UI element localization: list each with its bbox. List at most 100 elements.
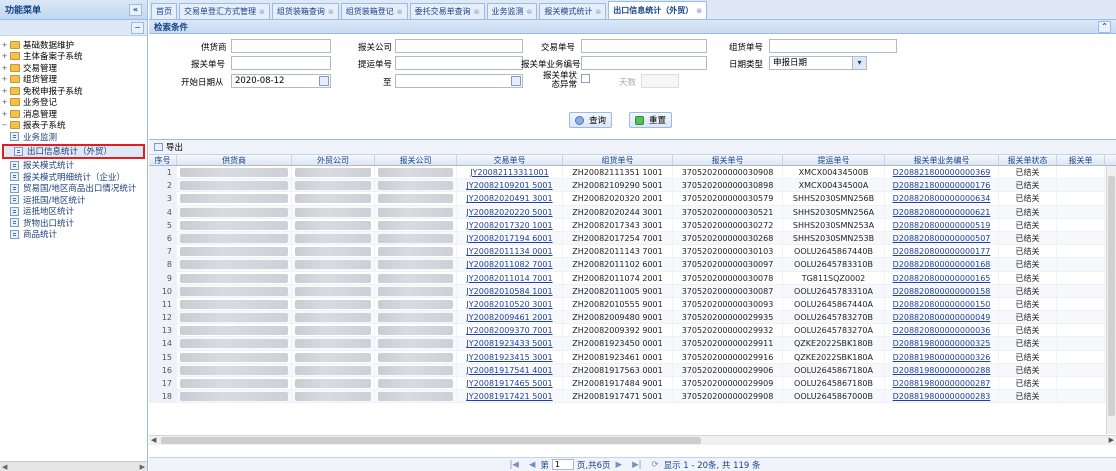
tab[interactable]: 组货装箱登记 ⊗ — [340, 3, 408, 19]
trade-no-link[interactable]: JY20082109201 5001 — [457, 179, 563, 192]
tree-node[interactable]: + 免税申报子系统 — [0, 85, 147, 97]
end-date-input[interactable] — [395, 74, 523, 88]
report-menu-item[interactable]: 运抵国/地区统计 — [0, 194, 147, 206]
declare-serial-link[interactable]: D208820800000000621 — [885, 205, 999, 218]
tab[interactable]: 出口信息统计（外贸） ⊗ — [608, 1, 708, 19]
declare-status-checkbox[interactable] — [581, 74, 590, 83]
column-header[interactable]: 交易单号 — [457, 155, 563, 165]
declare-serial-link[interactable]: D208819800000000288 — [885, 363, 999, 376]
tree-node[interactable]: + 交易管理 — [0, 62, 147, 74]
declare-serial-link[interactable]: D208821800000000369 — [885, 166, 999, 179]
declare-serial-link[interactable]: D208820800000000519 — [885, 218, 999, 231]
table-row[interactable]: 12 JY20082009461 2001 ZH20082009480 9001 37… — [149, 311, 1116, 325]
trade-no-link[interactable]: JY20082020220 5001 — [457, 205, 563, 218]
close-tab-icon[interactable]: ⊗ — [595, 8, 601, 16]
tree-node[interactable]: + 消息管理 — [0, 108, 147, 120]
search-button[interactable]: 查询 — [569, 112, 613, 128]
trade-no-link[interactable]: JY20082113311001 — [457, 166, 563, 179]
table-row[interactable]: 8 JY20082011082 7001 ZH20082011102 6001 370… — [149, 258, 1116, 272]
page-number-input[interactable]: 1 — [551, 459, 574, 470]
declare-serial-link[interactable]: D208820800000000158 — [885, 284, 999, 297]
scroll-left-icon[interactable]: ◀ — [2, 463, 7, 471]
column-header[interactable]: 供货商 — [177, 155, 292, 165]
declare-serial-link[interactable]: D208820800000000634 — [885, 192, 999, 205]
trade-no-link[interactable]: JY20081917421 5001 — [457, 390, 563, 403]
declare-serial-link[interactable]: D208820800000000165 — [885, 271, 999, 284]
table-row[interactable]: 17 JY20081917465 5001 ZH20081917484 9001 37… — [149, 377, 1116, 391]
trade-no-link[interactable]: JY20081923433 5001 — [457, 337, 563, 350]
prev-page-icon[interactable]: ◀ — [529, 460, 536, 470]
grid-vertical-scrollbar[interactable] — [1106, 166, 1116, 434]
scroll-right-icon[interactable]: ▶ — [140, 463, 145, 471]
expand-toggle-icon[interactable]: + — [0, 110, 9, 118]
trade-no-link[interactable]: JY20082010520 3001 — [457, 297, 563, 311]
trade-no-link[interactable]: JY20082009370 7001 — [457, 324, 563, 337]
table-row[interactable]: 16 JY20081917541 4001 ZH20081917563 0001 37… — [149, 363, 1116, 377]
report-menu-item[interactable]: 报关模式统计 — [0, 160, 147, 171]
expand-toggle-icon[interactable]: + — [0, 41, 9, 49]
start-date-input[interactable]: 2020-08-12 — [231, 74, 331, 88]
close-tab-icon[interactable]: ⊗ — [328, 8, 334, 16]
tree-node[interactable]: + 基础数据维护 — [0, 39, 147, 51]
column-header[interactable]: 组货单号 — [563, 155, 673, 165]
trade-no-link[interactable]: JY20081917541 4001 — [457, 363, 563, 376]
close-tab-icon[interactable]: ⊗ — [527, 8, 533, 16]
tree-node[interactable]: + 主体备案子系统 — [0, 51, 147, 62]
table-row[interactable]: 6 JY20082017194 6001 ZH20082017254 7001 370… — [149, 231, 1116, 246]
tab[interactable]: 业务监测 ⊗ — [486, 3, 538, 19]
calendar-icon[interactable] — [319, 76, 329, 86]
refresh-icon[interactable]: ⟳ — [651, 460, 658, 470]
tab[interactable]: 委托交易单查询 ⊗ — [409, 3, 485, 19]
report-menu-item[interactable]: 货物出口统计 — [0, 217, 147, 229]
expand-toggle-icon[interactable]: + — [0, 52, 9, 60]
report-menu-item[interactable]: 业务监测 — [0, 131, 147, 143]
close-tab-icon[interactable]: ⊗ — [696, 7, 702, 15]
report-menu-item[interactable]: 报关模式明细统计（企业） — [0, 171, 147, 183]
declare-serial-link[interactable]: D208821800000000176 — [885, 179, 999, 192]
supplier-input[interactable] — [231, 39, 331, 53]
table-row[interactable]: 13 JY20082009370 7001 ZH20082009392 9001 37… — [149, 324, 1116, 338]
trade-no-link[interactable]: JY20081923415 3001 — [457, 350, 563, 363]
declare-serial-link[interactable]: D208819800000000325 — [885, 337, 999, 350]
trade-no-link[interactable]: JY20082011014 7001 — [457, 271, 563, 284]
column-header[interactable]: 外贸公司 — [292, 155, 375, 165]
report-menu-item[interactable]: 商品统计 — [0, 229, 147, 240]
table-row[interactable]: 14 JY20081923433 5001 ZH20081923450 0001 37… — [149, 337, 1116, 351]
trade-no-link[interactable]: JY20082017320 1001 — [457, 218, 563, 231]
trade-no-link[interactable]: JY20081917465 5001 — [457, 377, 563, 390]
trade-no-link[interactable]: JY20082011082 7001 — [457, 258, 563, 271]
table-row[interactable]: 10 JY20082010584 1001 ZH20082011005 9001 37… — [149, 284, 1116, 298]
declare-serial-link[interactable]: D208820800000000150 — [885, 297, 999, 311]
table-row[interactable]: 3 JY20082020491 3001 ZH20082020320 2001 370… — [149, 192, 1116, 206]
table-row[interactable]: 11 JY20082010520 3001 ZH20082010555 9001 37… — [149, 297, 1116, 312]
collapse-search-button[interactable]: ⌃ — [1098, 20, 1111, 33]
tab[interactable]: 组货装箱查询 ⊗ — [271, 3, 339, 19]
declare-serial-link[interactable]: D208820800000000049 — [885, 311, 999, 324]
sidebar-scrollbar[interactable]: ◀ ▶ — [0, 461, 147, 471]
table-row[interactable]: 7 JY20082011134 0001 ZH20082011143 7001 370… — [149, 245, 1116, 259]
tree-node[interactable]: − 报表子系统 — [0, 120, 147, 131]
trade-no-input[interactable] — [581, 39, 707, 53]
trade-no-link[interactable]: JY20082010584 1001 — [457, 284, 563, 297]
declare-serial-link[interactable]: D208819800000000283 — [885, 390, 999, 403]
column-header[interactable]: 序号 — [149, 155, 177, 165]
trade-no-link[interactable]: JY20082017194 6001 — [457, 231, 563, 245]
declare-serial-link[interactable]: D208820800000000507 — [885, 231, 999, 245]
table-row[interactable]: 4 JY20082020220 5001 ZH20082020244 3001 370… — [149, 205, 1116, 219]
expand-toggle-icon[interactable]: − — [0, 121, 9, 129]
date-type-select[interactable]: 申报日期 — [769, 56, 867, 70]
scroll-left-icon[interactable]: ◀ — [151, 436, 156, 444]
column-header[interactable]: 报关公司 — [375, 155, 457, 165]
close-tab-icon[interactable]: ⊗ — [397, 8, 403, 16]
declare-no-input[interactable] — [231, 56, 331, 70]
declare-serial-link[interactable]: D208819800000000326 — [885, 350, 999, 363]
collapse-all-button[interactable]: − — [131, 21, 144, 34]
tab[interactable]: 报关模式统计 ⊗ — [539, 3, 607, 19]
tab[interactable]: 首页 — [151, 3, 177, 19]
export-button[interactable]: 导出 — [166, 141, 183, 153]
expand-toggle-icon[interactable]: + — [0, 98, 9, 106]
table-row[interactable]: 2 JY20082109201 5001 ZH20082109290 5001 370… — [149, 179, 1116, 193]
scroll-right-icon[interactable]: ▶ — [1109, 436, 1114, 444]
declare-serial-link[interactable]: D208819800000000287 — [885, 377, 999, 390]
tree-node[interactable]: + 组货管理 — [0, 74, 147, 85]
